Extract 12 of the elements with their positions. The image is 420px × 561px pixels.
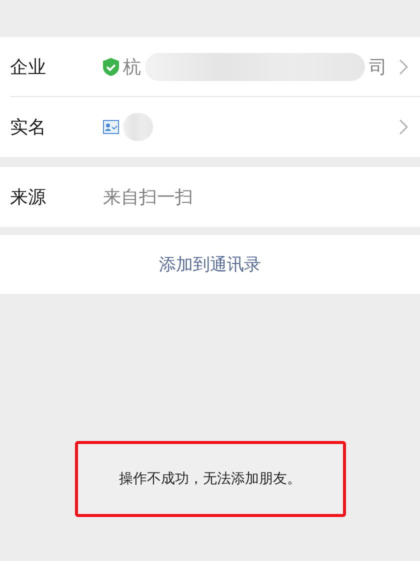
chevron-right-icon (399, 119, 408, 135)
row-value: 司 (369, 56, 387, 79)
chevron-right-icon (399, 59, 408, 75)
toast-message: 操作不成功，无法添加朋友。 (119, 470, 301, 488)
add-to-contacts-button[interactable]: 添加到通讯录 (0, 235, 420, 294)
info-row[interactable]: 企业 杭 司 (0, 37, 420, 97)
row-value: 杭 (123, 56, 141, 79)
row-label: 实名 (10, 116, 47, 139)
row-label: 来源 (10, 186, 47, 209)
row-label: 企业 (10, 56, 47, 79)
info-row[interactable]: 实名 (0, 97, 420, 157)
row-value: 来自扫一扫 (103, 186, 193, 209)
